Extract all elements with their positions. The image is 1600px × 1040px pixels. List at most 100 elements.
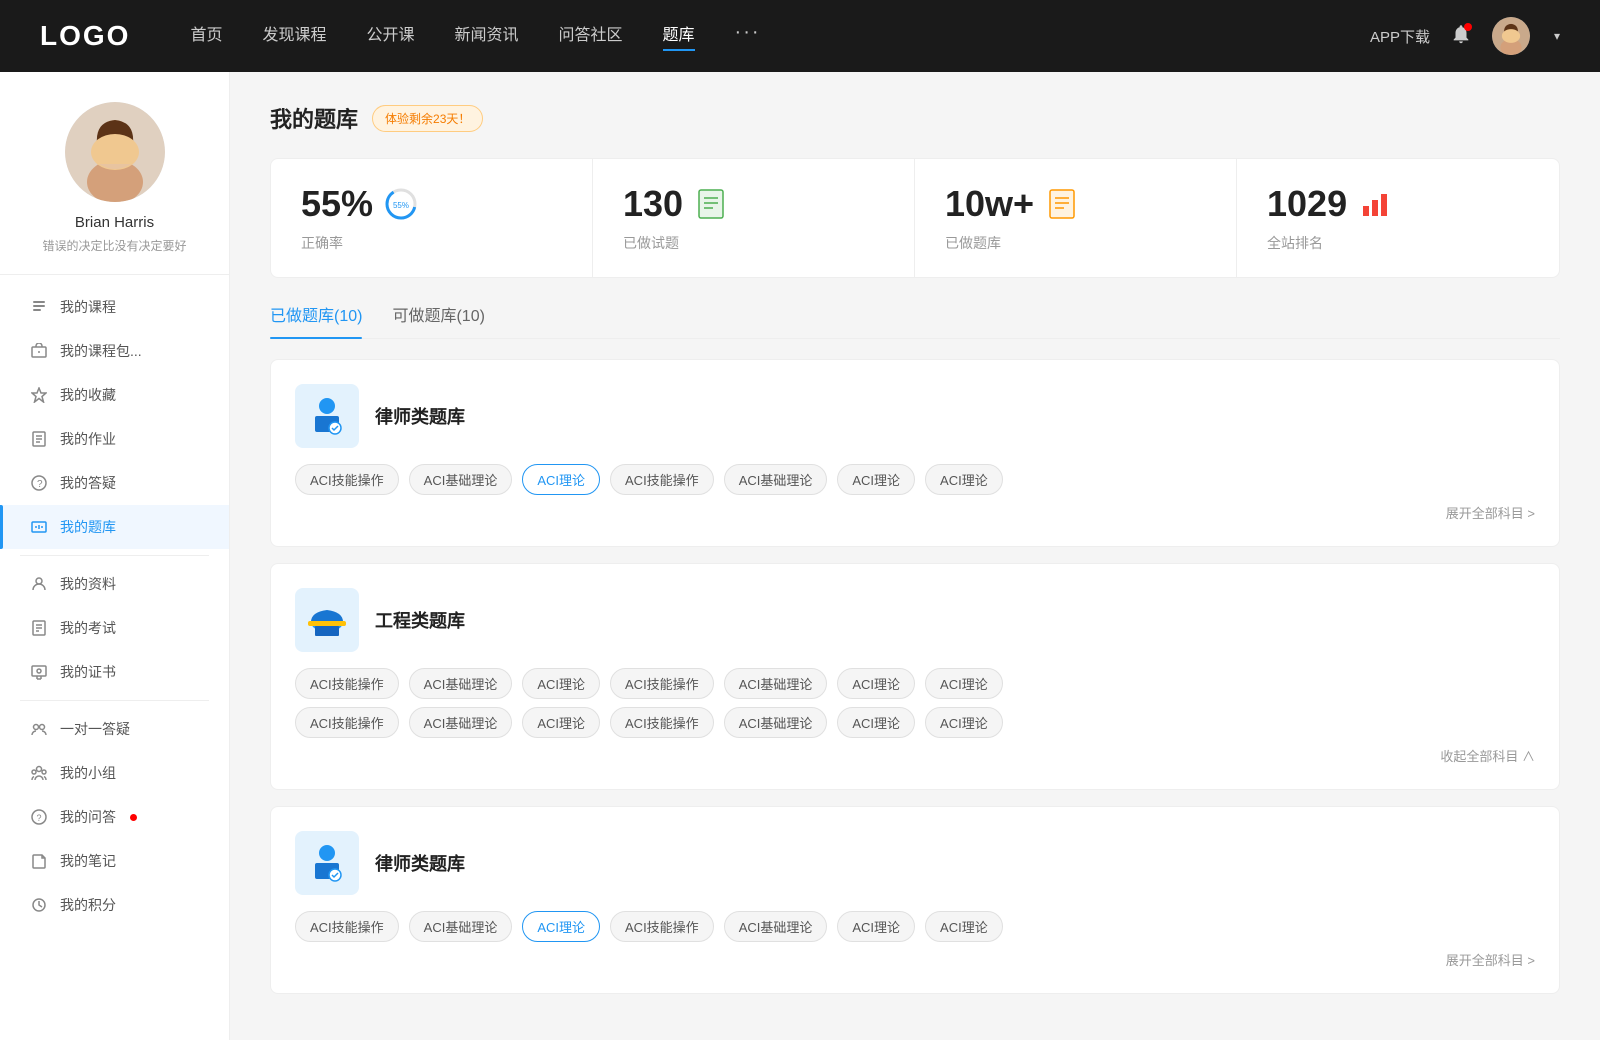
bank-tag[interactable]: ACI基础理论: [409, 707, 513, 738]
stat-top: 1029: [1267, 183, 1529, 225]
answers-dot: [130, 814, 137, 821]
notification-dot: [1464, 23, 1472, 31]
bank-tag[interactable]: ACI基础理论: [724, 707, 828, 738]
bank-tag[interactable]: ACI技能操作: [295, 707, 399, 738]
sidebar-item-my-cert[interactable]: 我的证书: [0, 650, 229, 694]
bank-tag[interactable]: ACI基础理论: [409, 668, 513, 699]
app-download-button[interactable]: APP下载: [1370, 26, 1430, 47]
bank-tag[interactable]: ACI技能操作: [610, 911, 714, 942]
bank-tag[interactable]: ACI技能操作: [610, 464, 714, 495]
bank-tag[interactable]: ACI理论: [522, 707, 600, 738]
bank-tag[interactable]: ACI技能操作: [295, 668, 399, 699]
bank-title: 工程类题库: [375, 607, 465, 633]
bank-tag[interactable]: ACI理论: [925, 911, 1003, 942]
notification-bell[interactable]: [1450, 23, 1472, 50]
nav-home[interactable]: 首页: [190, 21, 222, 51]
bank-tag[interactable]: ACI理论: [837, 464, 915, 495]
answers-icon: ?: [30, 808, 48, 826]
tab-available-banks[interactable]: 可做题库(10): [392, 302, 484, 338]
points-icon: [30, 896, 48, 914]
nav-bank[interactable]: 题库: [663, 21, 695, 51]
sidebar-item-my-answers[interactable]: ? 我的问答: [0, 795, 229, 839]
sidebar-label: 我的课程: [60, 297, 116, 317]
sidebar-item-my-group[interactable]: 我的小组: [0, 751, 229, 795]
sidebar: Brian Harris 错误的决定比没有决定要好 我的课程 我的课程包...: [0, 72, 230, 1040]
bank-2-tags-row2: ACI技能操作 ACI基础理论 ACI理论 ACI技能操作 ACI基础理论 AC…: [295, 707, 1535, 738]
tab-done-banks[interactable]: 已做题库(10): [270, 302, 362, 338]
cert-icon: [30, 663, 48, 681]
engineer-bank-icon: [295, 588, 359, 652]
stat-label: 全站排名: [1267, 233, 1529, 253]
sidebar-item-my-notes[interactable]: 我的笔记: [0, 839, 229, 883]
sidebar-item-my-homework[interactable]: 我的作业: [0, 417, 229, 461]
stat-questions: 130 已做试题: [593, 159, 915, 277]
bank-tag[interactable]: ACI基础理论: [409, 911, 513, 942]
group-icon: [30, 764, 48, 782]
sidebar-label: 我的资料: [60, 574, 116, 594]
sidebar-item-my-courses[interactable]: 我的课程: [0, 285, 229, 329]
sidebar-menu: 我的课程 我的课程包... 我的收藏 我的作业: [0, 275, 229, 937]
navbar: LOGO 首页 发现课程 公开课 新闻资讯 问答社区 题库 ··· APP下载: [0, 0, 1600, 72]
nav-qa[interactable]: 问答社区: [559, 21, 623, 51]
svg-text:?: ?: [37, 479, 43, 490]
sidebar-label: 我的证书: [60, 662, 116, 682]
bank-title: 律师类题库: [375, 403, 465, 429]
doc-orange-icon: [1046, 188, 1078, 220]
profile-avatar: [65, 102, 165, 202]
sidebar-label: 我的小组: [60, 763, 116, 783]
bank-tag[interactable]: ACI理论: [837, 707, 915, 738]
bank-tag[interactable]: ACI基础理论: [409, 464, 513, 495]
sidebar-item-my-packages[interactable]: 我的课程包...: [0, 329, 229, 373]
sidebar-item-one-on-one[interactable]: 一对一答疑: [0, 707, 229, 751]
bank-card-header: 律师类题库: [295, 831, 1535, 895]
bank-tag-active[interactable]: ACI理论: [522, 911, 600, 942]
sidebar-label: 我的积分: [60, 895, 116, 915]
sidebar-item-my-favorites[interactable]: 我的收藏: [0, 373, 229, 417]
bank-tag[interactable]: ACI技能操作: [295, 911, 399, 942]
bank-tag[interactable]: ACI理论: [837, 668, 915, 699]
lawyer-bank-icon: [295, 384, 359, 448]
bank-tag-active[interactable]: ACI理论: [522, 464, 600, 495]
bank-title: 律师类题库: [375, 850, 465, 876]
nav-news[interactable]: 新闻资讯: [455, 21, 519, 51]
bank-tag[interactable]: ACI理论: [925, 668, 1003, 699]
bank-tag[interactable]: ACI基础理论: [724, 464, 828, 495]
doc-list-icon: [695, 188, 727, 220]
nav-more[interactable]: ···: [735, 21, 761, 51]
stats-row: 55% 55% 正确率 130: [270, 158, 1560, 278]
bank-tag[interactable]: ACI理论: [837, 911, 915, 942]
collapse-link[interactable]: 收起全部科目 ∧: [295, 746, 1535, 765]
nav-open-course[interactable]: 公开课: [366, 21, 414, 51]
bank-tag[interactable]: ACI技能操作: [295, 464, 399, 495]
bank-tag[interactable]: ACI理论: [925, 707, 1003, 738]
nav-right: APP下载 ▾: [1370, 17, 1560, 55]
star-icon: [30, 386, 48, 404]
sidebar-divider: [20, 555, 209, 556]
expand-link-2[interactable]: 展开全部科目 >: [295, 950, 1535, 969]
bank-tag[interactable]: ACI基础理论: [724, 911, 828, 942]
expand-link[interactable]: 展开全部科目 >: [295, 503, 1535, 522]
bank-card-engineer: 工程类题库 ACI技能操作 ACI基础理论 ACI理论 ACI技能操作 ACI基…: [270, 563, 1560, 790]
bank-card-header: 律师类题库: [295, 384, 1535, 448]
profile-motto: 错误的决定比没有决定要好: [42, 237, 186, 254]
profile-icon: [30, 575, 48, 593]
sidebar-label: 我的问答: [60, 807, 116, 827]
bank-tag[interactable]: ACI技能操作: [610, 668, 714, 699]
bank-tag[interactable]: ACI理论: [522, 668, 600, 699]
sidebar-item-my-exams[interactable]: 我的考试: [0, 606, 229, 650]
nav-links: 首页 发现课程 公开课 新闻资讯 问答社区 题库 ···: [190, 21, 1370, 51]
bank-tag[interactable]: ACI技能操作: [610, 707, 714, 738]
sidebar-item-my-questions[interactable]: ? 我的答疑: [0, 461, 229, 505]
bank-tag[interactable]: ACI理论: [925, 464, 1003, 495]
bank-icon: [30, 518, 48, 536]
bank-tag[interactable]: ACI基础理论: [724, 668, 828, 699]
sidebar-label: 我的考试: [60, 618, 116, 638]
homework-icon: [30, 430, 48, 448]
sidebar-item-my-bank[interactable]: 我的题库: [0, 505, 229, 549]
user-dropdown-icon[interactable]: ▾: [1554, 29, 1560, 43]
bank-card-header: 工程类题库: [295, 588, 1535, 652]
sidebar-item-my-points[interactable]: 我的积分: [0, 883, 229, 927]
nav-discover[interactable]: 发现课程: [262, 21, 326, 51]
sidebar-item-my-profile[interactable]: 我的资料: [0, 562, 229, 606]
user-avatar[interactable]: [1492, 17, 1530, 55]
